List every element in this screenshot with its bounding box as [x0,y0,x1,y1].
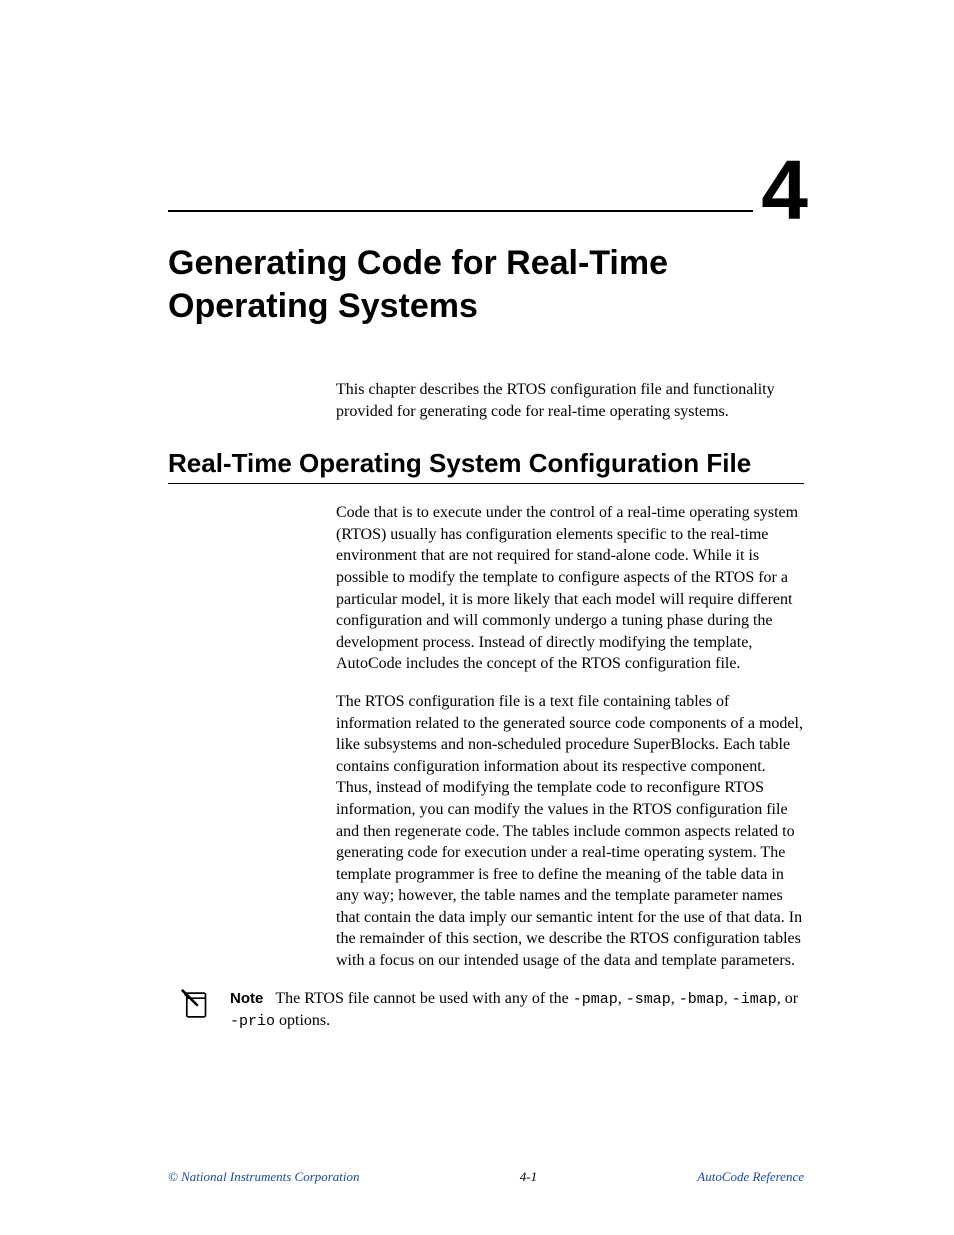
chapter-intro: This chapter describes the RTOS configur… [168,379,804,422]
note-mid: , or [777,990,798,1007]
note-label: Note [230,990,263,1007]
note-pre: The RTOS file cannot be used with any of… [275,990,572,1007]
note-opt-3: -imap [732,991,777,1008]
page-footer: © National Instruments Corporation 4-1 A… [168,1169,804,1185]
footer-center: 4-1 [520,1169,537,1185]
note-icon [180,988,214,1022]
section-para-1: Code that is to execute under the contro… [168,502,804,675]
footer-right: AutoCode Reference [697,1169,804,1185]
section-heading: Real-Time Operating System Configuration… [168,448,804,484]
footer-right-link[interactable]: AutoCode Reference [697,1169,804,1184]
note-opt-last: -prio [230,1013,275,1030]
footer-left: © National Instruments Corporation [168,1169,360,1185]
note-post: options. [275,1012,330,1029]
note-opt-0: -pmap [573,991,618,1008]
chapter-rule: 4 [168,150,804,212]
footer-left-link[interactable]: © National Instruments Corporation [168,1169,360,1184]
note-opt-1: -smap [626,991,671,1008]
chapter-number: 4 [753,148,808,232]
section-para-2: The RTOS configuration file is a text fi… [168,691,804,972]
note-opt-2: -bmap [679,991,724,1008]
note-text: Note The RTOS file cannot be used with a… [230,988,798,1033]
note-block: Note The RTOS file cannot be used with a… [168,988,804,1033]
chapter-title: Generating Code for Real-Time Operating … [168,242,804,327]
